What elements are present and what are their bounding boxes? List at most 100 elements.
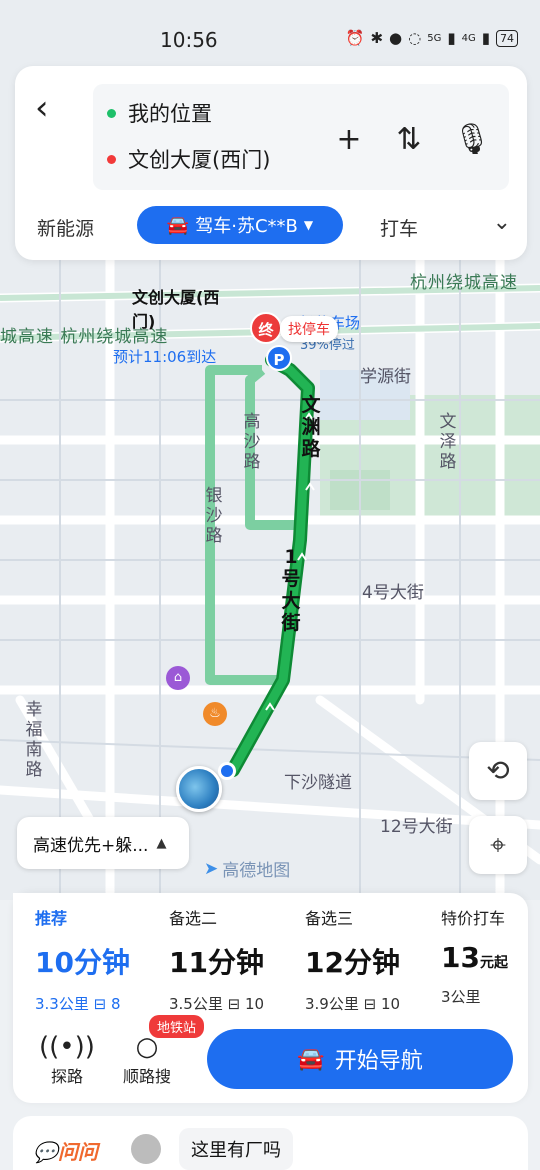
explore-button[interactable]: ((•)) 探路 — [39, 1031, 95, 1087]
route-search-card: ‹ 我的位置 文创大厦(西门) + ⇅ 🎙 新能源 🚘 驾车·苏C**B ▼ 打… — [15, 66, 527, 260]
broadcast-icon: ((•)) — [39, 1032, 95, 1062]
street-xueyuan: 学源街 — [360, 367, 411, 387]
route-options-panel: 推荐 10分钟 3.3公里 ⊟ 8 备选二 11分钟 3.5公里 ⊟ 10 备选… — [13, 893, 528, 1103]
ask-logo-text: 问问 — [57, 1140, 98, 1164]
status-icons: ⏰ ✱ ● ◌ 5G ▮ 4G ▮ 74 — [346, 29, 518, 47]
route-option-meta: 3.9公里 ⊟ 10 — [305, 993, 417, 1014]
caret-up-icon: ▲ — [156, 835, 167, 851]
traffic-light-icon: ⊟ — [227, 995, 241, 1013]
alarm-icon: ⏰ — [345, 29, 365, 47]
mute-icon: ◌ — [408, 29, 422, 47]
amap-logo-text: 高德地图 — [222, 861, 291, 881]
4g-icon: 4G — [461, 32, 476, 44]
start-point-icon — [218, 762, 236, 780]
tab-new-energy[interactable]: 新能源 — [37, 214, 94, 241]
chat-icon: 💬 — [33, 1140, 58, 1164]
find-parking-button[interactable]: 找停车 — [280, 316, 338, 342]
route-option-name: 备选三 — [305, 909, 354, 928]
bottom-tools: ((•)) 探路 ○ 顺路搜 地铁站 🚘 开始导航 — [13, 1015, 528, 1093]
back-button[interactable]: ‹ — [35, 88, 65, 128]
destination-field[interactable]: 文创大厦(西门) — [107, 144, 270, 174]
tab-drive[interactable]: 🚘 驾车·苏C**B ▼ — [137, 206, 343, 244]
street-wenze: 文泽路 — [439, 412, 457, 472]
start-location-marker — [176, 766, 222, 812]
street-no12: 12号大街 — [380, 817, 453, 837]
street-wenyuan: 文渊路 — [301, 394, 321, 460]
microphone-icon[interactable]: 🎙 — [453, 124, 491, 156]
ring-road-label-right: 杭州绕城高速 — [410, 273, 518, 293]
amap-logo: ➤ 高德地图 — [204, 856, 291, 882]
origin-dot-icon — [107, 108, 116, 118]
street-no4: 4号大街 — [362, 583, 424, 603]
route-actions: + ⇅ 🎙 — [333, 124, 491, 156]
more-modes-chevron-icon[interactable]: ⌄ — [493, 210, 511, 235]
search-along-button[interactable]: ○ 顺路搜 — [123, 1031, 171, 1087]
route-option-name: 特价打车 — [441, 909, 506, 928]
refresh-icon: ⟲ — [486, 754, 510, 787]
route-distance: 3.5公里 — [169, 995, 223, 1013]
locate-button[interactable]: ⌖ — [469, 816, 527, 874]
subway-badge: 地铁站 — [149, 1015, 205, 1038]
refresh-route-button[interactable]: ⟲ — [469, 742, 527, 800]
add-waypoint-icon[interactable]: + — [333, 124, 365, 156]
battery-icon: 74 — [496, 29, 518, 47]
avatar — [131, 1134, 161, 1164]
tab-taxi[interactable]: 打车 — [380, 214, 418, 241]
back-arrow-icon: ‹ — [35, 88, 49, 128]
route-distance: 3.9公里 — [305, 995, 359, 1013]
signal-icon: ▮ — [447, 29, 456, 47]
tab-drive-label: 驾车·苏C**B — [195, 216, 298, 237]
route-option-meta: 3.3公里 ⊟ 8 — [35, 993, 147, 1014]
ask-bar[interactable]: 💬问问 这里有厂吗 — [13, 1116, 528, 1170]
crosshair-icon: ⌖ — [490, 828, 506, 861]
route-lights: 10 — [381, 995, 401, 1013]
route-option-price: 13元起 — [441, 941, 528, 974]
street-xingfu: 幸福南路 — [25, 700, 43, 780]
street-xiasha: 下沙隧道 — [284, 773, 352, 793]
route-option-name: 备选二 — [169, 909, 218, 928]
explore-label: 探路 — [50, 1067, 83, 1086]
route-lights: 8 — [111, 995, 121, 1013]
ask-prompt[interactable]: 这里有厂吗 — [179, 1128, 293, 1170]
route-option-1[interactable]: 推荐 10分钟 3.3公里 ⊟ 8 — [13, 893, 147, 1013]
start-navigation-button[interactable]: 🚘 开始导航 — [207, 1029, 513, 1089]
street-no1: 1号大街 — [281, 546, 301, 634]
restaurant-poi-icon[interactable]: ♨ — [203, 702, 227, 726]
route-option-3[interactable]: 备选三 12分钟 3.9公里 ⊟ 10 — [283, 893, 417, 1013]
destination-pin[interactable]: 终 — [250, 312, 282, 344]
route-option-time: 12分钟 — [305, 946, 400, 979]
route-lights: 10 — [245, 995, 265, 1013]
route-option-taxi[interactable]: 特价打车 13元起 3公里 — [419, 893, 528, 1013]
shop-poi-icon[interactable]: ⌂ — [166, 666, 190, 690]
bluetooth-icon: ✱ — [370, 29, 384, 47]
traffic-light-icon: ⊟ — [363, 995, 377, 1013]
origin-text: 我的位置 — [128, 102, 212, 126]
swap-icon[interactable]: ⇅ — [393, 124, 425, 156]
eta-label: 预计11:06到达 — [113, 348, 217, 366]
taxi-price: 13 — [441, 941, 480, 974]
parking-pin-icon[interactable]: P — [266, 345, 292, 371]
origin-field[interactable]: 我的位置 — [107, 98, 212, 128]
route-option-2[interactable]: 备选二 11分钟 3.5公里 ⊟ 10 — [147, 893, 281, 1013]
car-icon: 🚘 — [297, 1046, 325, 1072]
status-time: 10:56 — [160, 28, 218, 52]
ask-logo: 💬问问 — [33, 1136, 98, 1165]
taxi-price-unit: 元起 — [479, 955, 508, 971]
route-distance: 3.3公里 — [35, 995, 89, 1013]
destination-dot-icon — [107, 154, 116, 164]
route-option-time: 10分钟 — [35, 946, 130, 979]
travel-mode-tabs: 新能源 🚘 驾车·苏C**B ▼ 打车 ⌄ — [15, 206, 527, 246]
5g-icon: 5G — [427, 32, 442, 44]
amap-logo-icon: ➤ — [204, 858, 219, 879]
street-gaosha: 高沙路 — [243, 412, 261, 472]
route-option-time: 11分钟 — [169, 946, 264, 979]
traffic-light-icon: ⊟ — [93, 995, 107, 1013]
route-input-box: 我的位置 文创大厦(西门) + ⇅ 🎙 — [93, 84, 509, 190]
search-along-label: 顺路搜 — [123, 1067, 172, 1086]
route-preference-button[interactable]: 高速优先+躲... ▲ — [17, 817, 189, 869]
route-distance: 3公里 — [441, 988, 481, 1006]
location-icon: ● — [389, 29, 403, 47]
route-preference-label: 高速优先+躲... — [33, 835, 149, 856]
destination-text: 文创大厦(西门) — [128, 148, 271, 172]
route-option-meta: 3.5公里 ⊟ 10 — [169, 993, 281, 1014]
